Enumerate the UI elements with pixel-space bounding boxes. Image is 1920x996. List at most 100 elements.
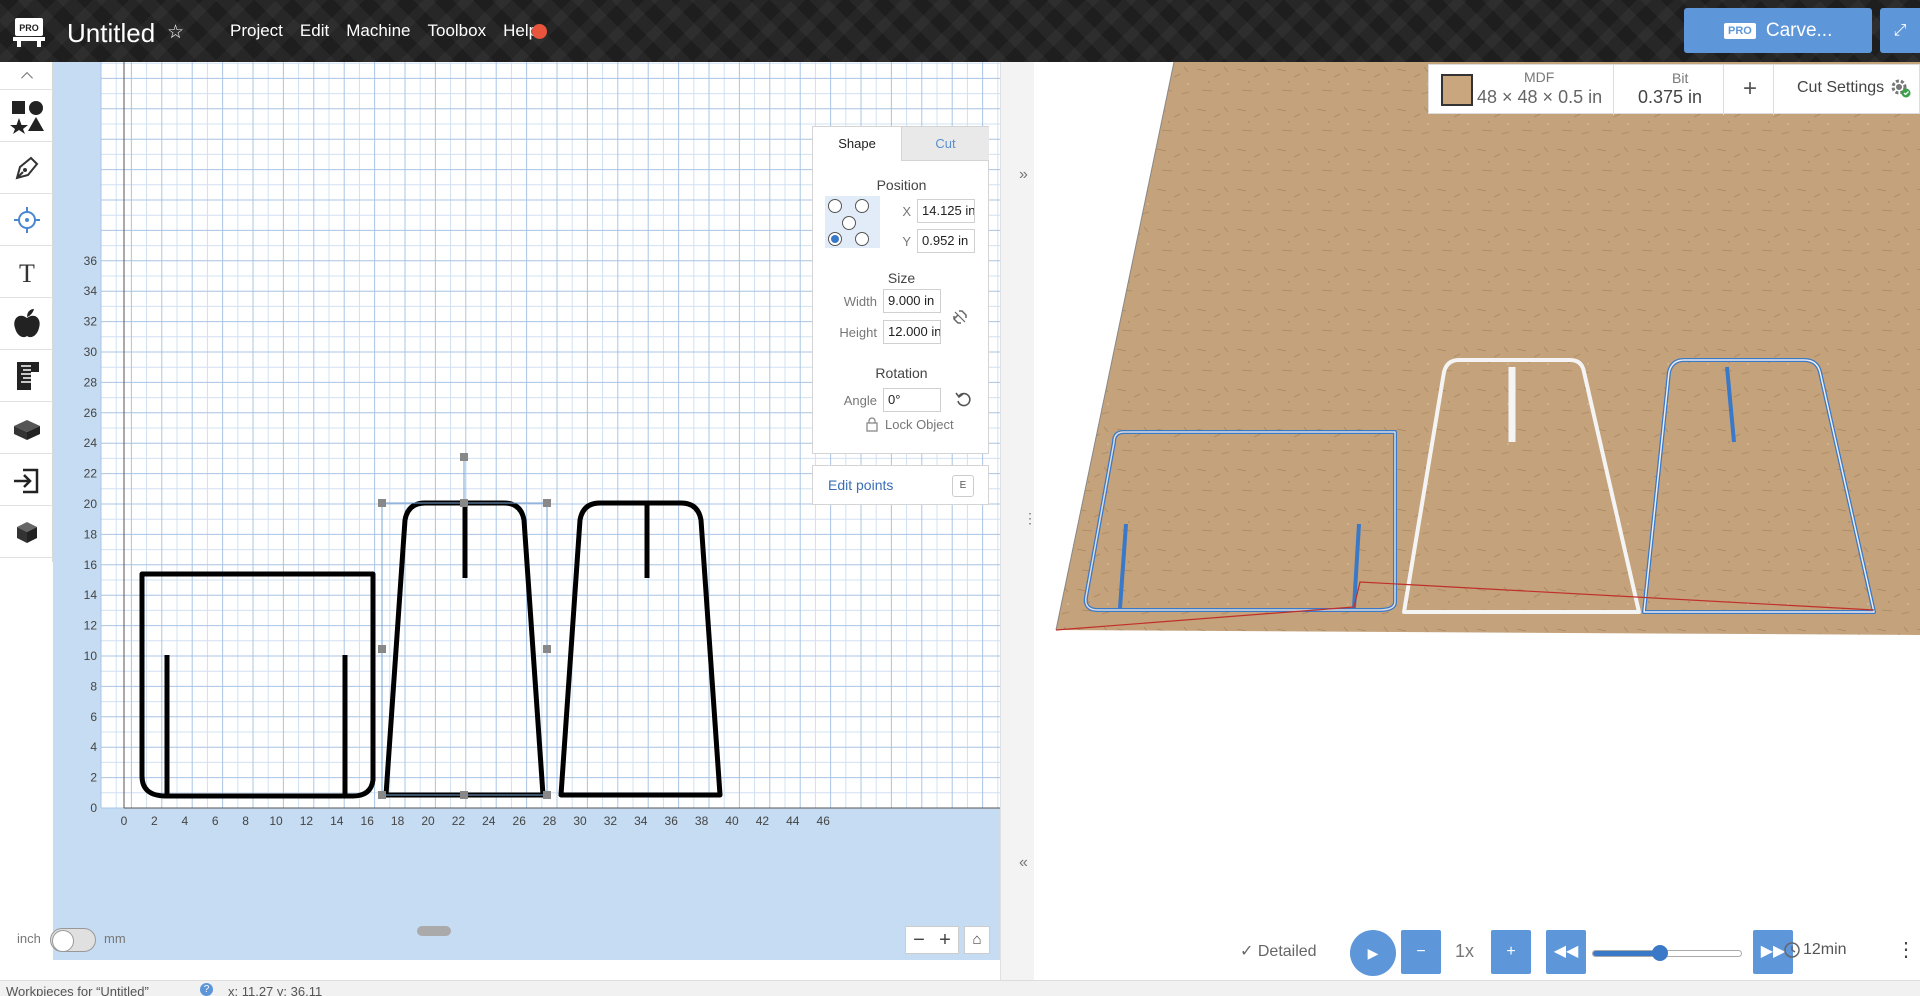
point-tool[interactable]	[0, 194, 53, 246]
material-swatch[interactable]	[1441, 74, 1473, 106]
fullscreen-icon[interactable]: ⤢	[1880, 8, 1920, 53]
width-input[interactable]: 9.000 in	[883, 289, 941, 313]
shapes-tool[interactable]	[0, 90, 53, 142]
tab-shape[interactable]: Shape	[813, 127, 901, 161]
shapes-icon	[9, 100, 44, 134]
gear-icon[interactable]	[1889, 77, 1911, 99]
icon-library-tool[interactable]	[0, 298, 53, 350]
rewind-button[interactable]: ◀◀	[1546, 930, 1586, 974]
project-title[interactable]: Untitled	[67, 18, 155, 49]
x-tick-label: 30	[573, 814, 587, 828]
pen-tool[interactable]	[0, 142, 53, 194]
x-tick-label: 24	[482, 814, 496, 828]
anchor-selector	[825, 196, 880, 248]
x-tick-label: 42	[756, 814, 770, 828]
y-tick-label: 28	[84, 375, 98, 389]
x-tick-label: 0	[121, 814, 128, 828]
y-tick-label: 14	[84, 588, 98, 602]
zoom-out-button[interactable]: −	[913, 929, 925, 952]
y-tick-label: 32	[84, 315, 98, 329]
menu-toolbox[interactable]: Toolbox	[427, 21, 486, 41]
material-dimensions[interactable]: 48 × 48 × 0.5 in	[1477, 87, 1602, 108]
anchor-bottom-right-radio[interactable]	[855, 232, 869, 246]
resize-handle[interactable]	[460, 499, 468, 507]
panel-splitter[interactable]: » ⋮ «	[1000, 62, 1037, 980]
speed-up-button[interactable]: +	[1491, 930, 1531, 974]
parts-tool[interactable]	[0, 402, 53, 454]
workpieces-label[interactable]: Workpieces for “Untitled”	[6, 984, 149, 996]
resize-handle[interactable]	[378, 645, 386, 653]
x-tick-label: 22	[452, 814, 466, 828]
resize-handle[interactable]	[543, 499, 551, 507]
anchor-top-left-radio[interactable]	[828, 199, 842, 213]
import-icon	[13, 468, 38, 493]
edit-points-panel: Edit points E	[812, 465, 989, 505]
resize-handle[interactable]	[460, 791, 468, 799]
zoom-in-button[interactable]: +	[939, 929, 951, 952]
height-input[interactable]: 12.000 in	[883, 320, 941, 344]
x-tick-label: 38	[695, 814, 709, 828]
resize-handle[interactable]	[378, 499, 386, 507]
angle-input[interactable]: 0°	[883, 388, 941, 412]
3d-view-tool[interactable]	[0, 506, 53, 558]
collapse-right-icon[interactable]: »	[1019, 166, 1028, 184]
unit-toggle[interactable]	[50, 928, 96, 952]
y-tick-label: 2	[90, 771, 97, 785]
rotate-handle[interactable]	[460, 453, 468, 461]
position-y-input[interactable]: 0.952 in	[917, 229, 975, 253]
collapse-toolbar-button[interactable]	[0, 62, 53, 90]
x-tick-label: 28	[543, 814, 557, 828]
3d-preview-scene[interactable]	[1034, 62, 1920, 980]
menu-edit[interactable]: Edit	[300, 21, 329, 41]
anchor-bottom-left-radio[interactable]	[828, 232, 842, 246]
apps-tool[interactable]	[0, 350, 53, 402]
progress-slider[interactable]	[1592, 945, 1742, 961]
home-icon[interactable]: ⌂	[964, 926, 990, 954]
anchor-center-radio[interactable]	[842, 216, 856, 230]
resize-handle[interactable]	[543, 791, 551, 799]
reset-rotation-icon[interactable]	[955, 390, 973, 408]
menu-machine[interactable]: Machine	[346, 21, 410, 41]
pen-icon	[15, 156, 38, 179]
help-icon[interactable]: ?	[200, 983, 213, 996]
more-options-icon[interactable]: ⋮	[1896, 937, 1916, 962]
favorite-star-icon[interactable]: ☆	[167, 21, 184, 44]
edit-points-link[interactable]: Edit points	[828, 477, 893, 493]
material-name[interactable]: MDF	[1524, 69, 1554, 85]
horizontal-scrollbar[interactable]	[417, 926, 451, 936]
resize-handle[interactable]	[378, 791, 386, 799]
notification-dot[interactable]	[532, 24, 547, 39]
cut-settings-button[interactable]: Cut Settings	[1797, 79, 1884, 97]
position-x-input[interactable]: 14.125 in	[917, 199, 975, 223]
add-bit-button[interactable]: +	[1743, 75, 1757, 103]
text-tool[interactable]: T	[0, 246, 53, 298]
progress-fill	[1593, 951, 1660, 956]
y-tick-label: 12	[84, 619, 98, 633]
speed-down-button[interactable]: −	[1401, 930, 1441, 974]
menu-project[interactable]: Project	[230, 21, 283, 41]
bit-size[interactable]: 0.375 in	[1638, 87, 1702, 108]
import-tool[interactable]	[0, 454, 53, 506]
x-tick-label: 6	[212, 814, 219, 828]
y-tick-label: 4	[90, 740, 97, 754]
collapse-left-icon[interactable]: «	[1019, 854, 1028, 872]
carve-button[interactable]: PRO Carve...	[1684, 8, 1872, 53]
status-bar: Workpieces for “Untitled” ? x: 11.27 y: …	[0, 980, 1920, 996]
link-proportions-icon[interactable]	[950, 307, 970, 327]
lock-icon[interactable]	[865, 416, 879, 432]
y-tick-label: 34	[84, 284, 98, 298]
tab-cut[interactable]: Cut	[901, 127, 989, 161]
x-tick-label: 14	[330, 814, 344, 828]
play-button[interactable]: ▶	[1350, 930, 1396, 976]
x-axis-labels: 0 2 4 6 8 10 12 14 16 18 20 22 24 26 28 30 32 34 36 38 40 42 4…	[121, 814, 831, 828]
3d-preview[interactable]	[1034, 62, 1920, 980]
carveco-logo-icon[interactable]: PRO	[12, 16, 46, 48]
lock-object-label[interactable]: Lock Object	[885, 417, 954, 432]
x-tick-label: 2	[151, 814, 158, 828]
resize-handle[interactable]	[543, 645, 551, 653]
rotation-heading: Rotation	[875, 365, 928, 381]
detailed-toggle[interactable]: ✓ Detailed	[1240, 941, 1317, 961]
left-toolbar: T	[0, 62, 53, 562]
progress-knob[interactable]	[1651, 945, 1668, 961]
anchor-top-right-radio[interactable]	[855, 199, 869, 213]
